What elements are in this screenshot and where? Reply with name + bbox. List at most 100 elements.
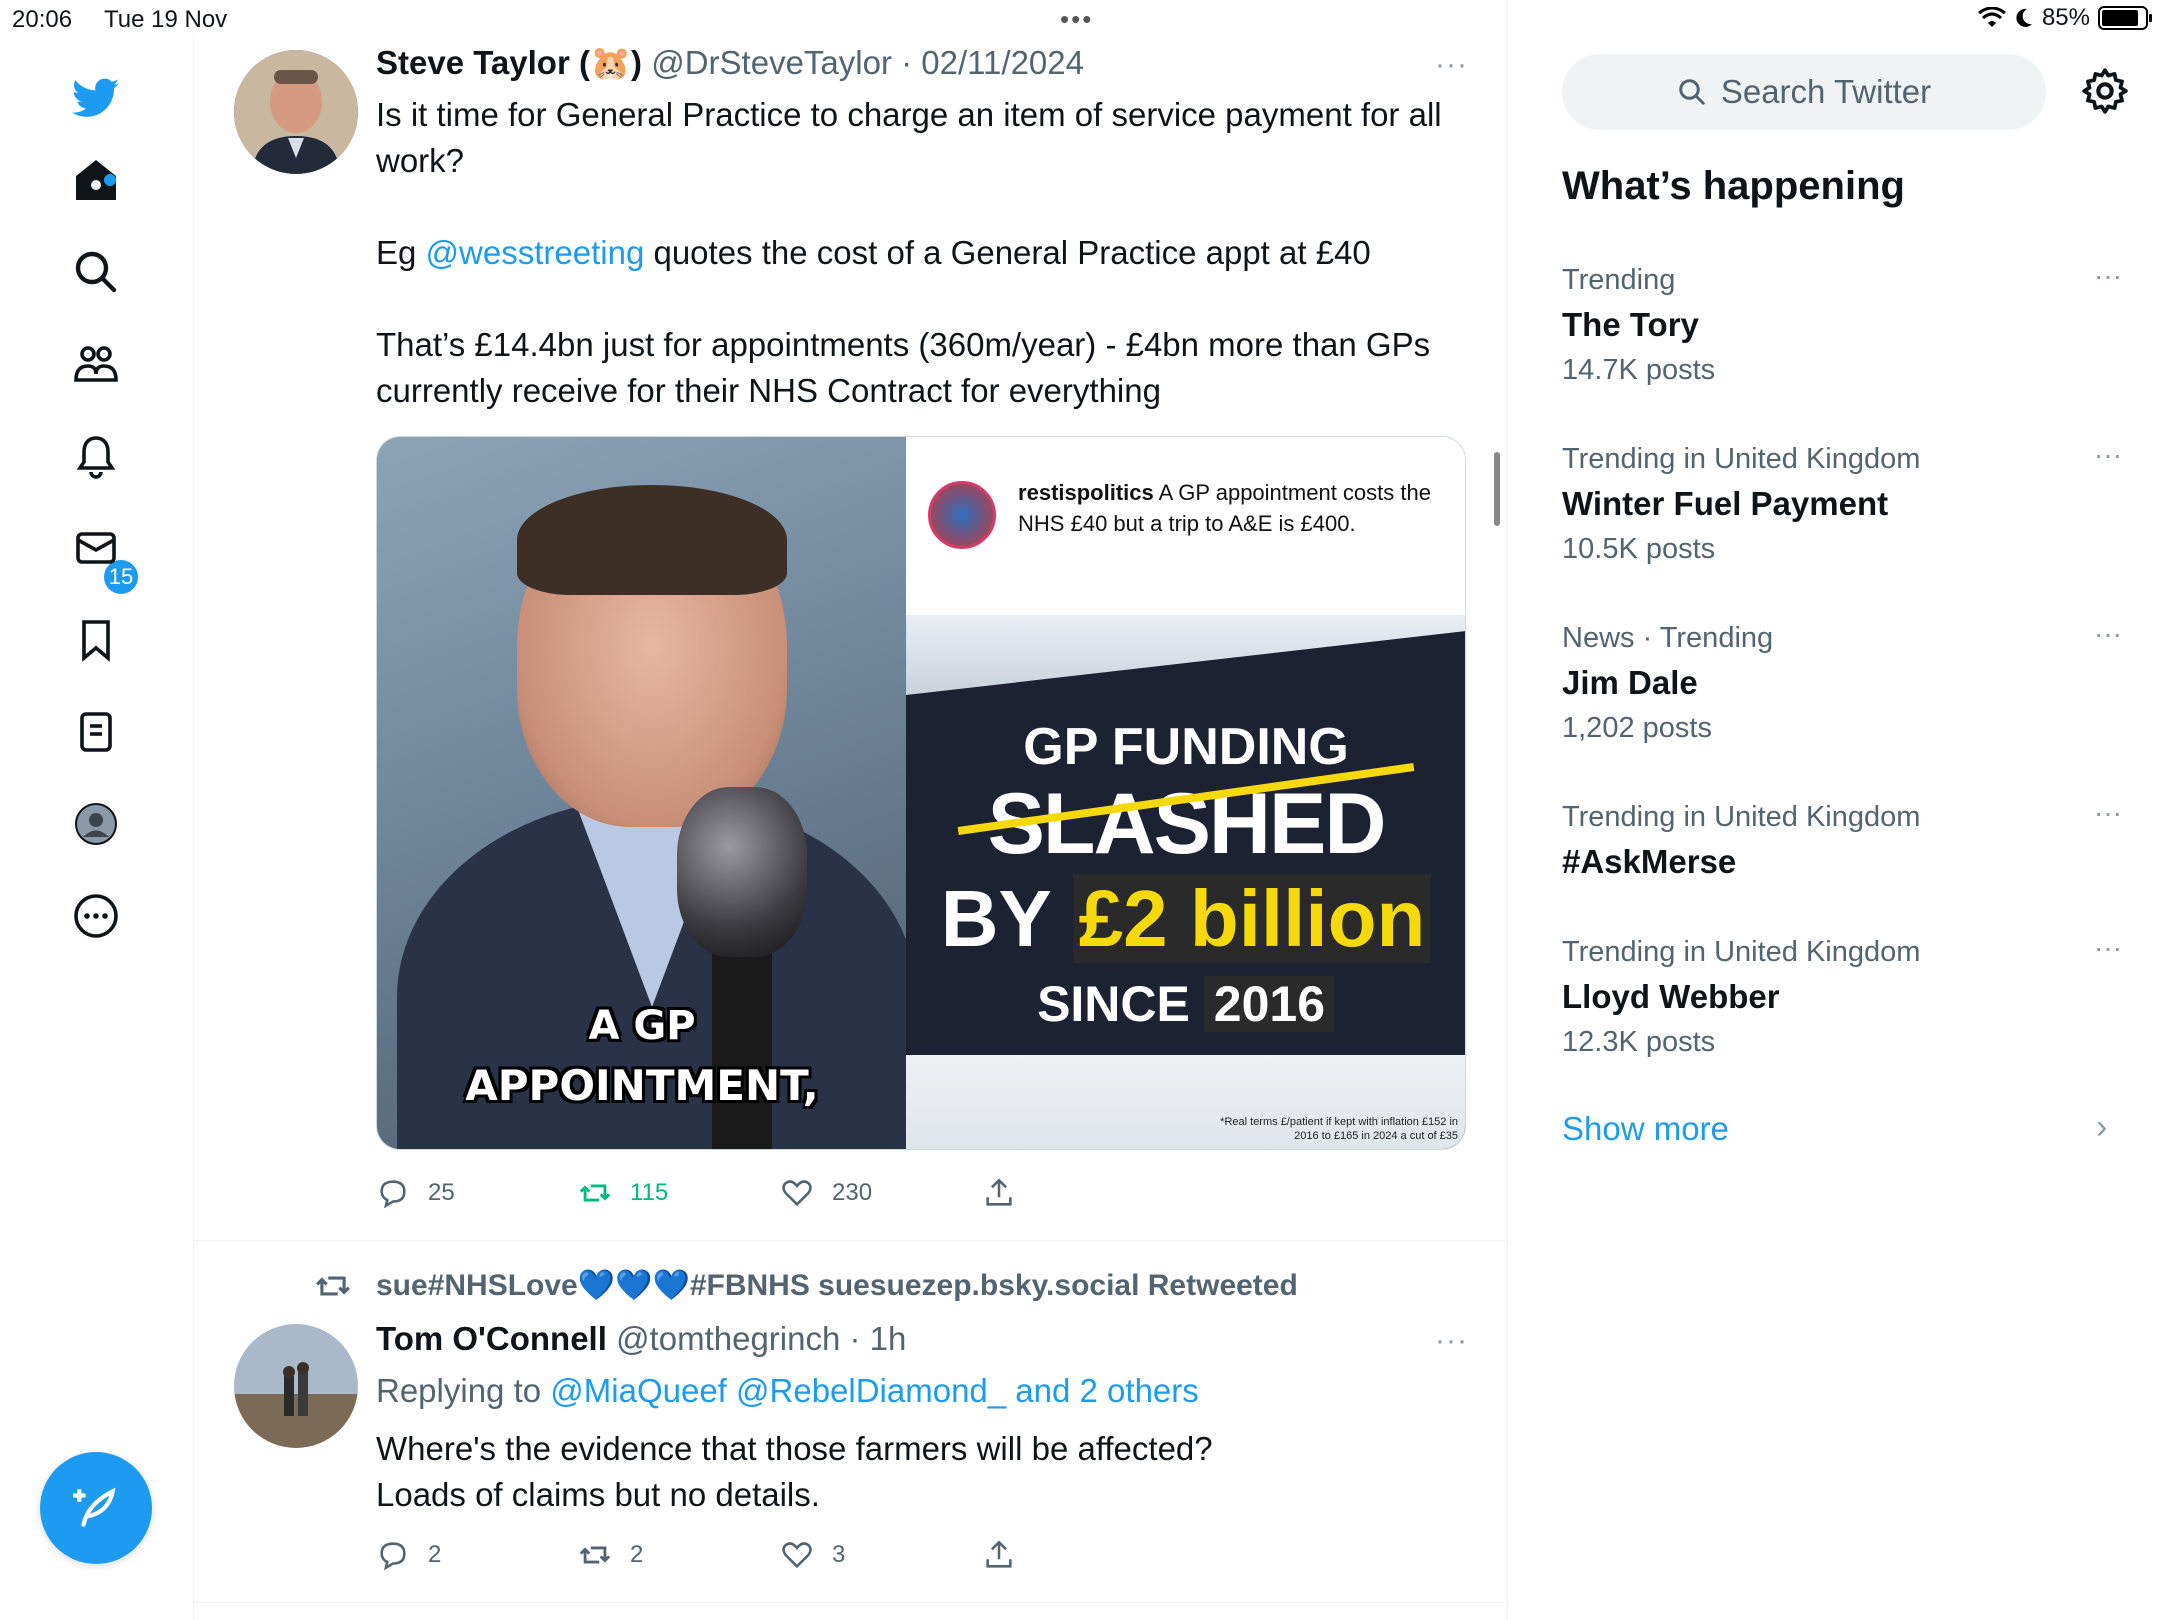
avatar[interactable] <box>234 50 358 174</box>
trend-item[interactable]: Trending in United Kingdom Winter Fuel P… <box>1562 439 2122 569</box>
ig-paper-bg <box>906 615 1465 695</box>
tweet-header: Steve Taylor (🐹) @DrSteveTaylor · 02/11/… <box>376 44 1084 83</box>
like-button[interactable]: 3 <box>780 1538 982 1572</box>
communities-icon[interactable] <box>66 334 126 394</box>
tweet-divider <box>194 1602 1508 1603</box>
headline-by: BY <box>940 874 1073 963</box>
trend-more-button[interactable]: ··· <box>2094 260 2122 292</box>
blue-hearts-icon: 💙💙💙 <box>577 1269 690 1302</box>
compose-tweet-button[interactable] <box>40 1452 152 1564</box>
status-right: 85% <box>1978 4 2152 32</box>
author-handle[interactable]: @DrSteveTaylor <box>651 44 892 81</box>
retweet-button[interactable]: 115 <box>578 1176 780 1210</box>
reply-icon <box>380 1180 406 1209</box>
trend-count: 14.7K posts <box>1562 354 1716 386</box>
retweet-button[interactable]: 2 <box>578 1538 780 1572</box>
heart-icon <box>782 1180 812 1207</box>
trend-more-button[interactable]: ··· <box>2094 439 2122 471</box>
trend-name: Jim Dale <box>1562 664 1698 701</box>
retweet-icon <box>579 1546 611 1564</box>
trend-name: #AskMerse <box>1562 843 1737 880</box>
avatar-image <box>234 50 358 174</box>
headline-since: SINCE <box>1037 976 1204 1032</box>
lists-icon[interactable] <box>66 702 126 762</box>
tweet-text-span: quotes the cost of a General Practice ap… <box>644 234 1371 271</box>
trend-context: Trending in United Kingdom <box>1562 936 1921 968</box>
trend-count: 1,202 posts <box>1562 712 1712 744</box>
headline-line-4: SINCE 2016 <box>906 975 1465 1033</box>
tweet-line: Eg @wesstreeting quotes the cost of a Ge… <box>376 230 1456 276</box>
share-icon <box>986 1540 1012 1568</box>
messages-icon[interactable] <box>66 518 126 578</box>
photo-hair <box>517 485 787 595</box>
tweet-actions: 25 115 230 <box>376 1176 1184 1210</box>
twitter-logo-icon[interactable] <box>66 68 126 128</box>
trend-name: The Tory <box>1562 306 1699 343</box>
bookmarks-icon[interactable] <box>66 610 126 670</box>
headline-amount: £2 billion <box>1072 874 1432 963</box>
compose-icon <box>73 1487 116 1527</box>
tweet-line: Where's the evidence that those farmers … <box>376 1430 1213 1467</box>
timeline-scrollbar[interactable] <box>1494 452 1500 526</box>
trend-item[interactable]: News · Trending Jim Dale 1,202 posts ··· <box>1562 618 2122 748</box>
media-photo-left[interactable]: A GP APPOINTMENT, <box>377 437 907 1149</box>
ig-username: restispolitics <box>1018 480 1154 505</box>
home-unread-dot <box>104 174 116 186</box>
trend-item[interactable]: Trending in United Kingdom #AskMerse ··· <box>1562 797 2122 887</box>
author-handle[interactable]: @tomthegrinch <box>616 1320 840 1357</box>
tweet-more-button[interactable]: ··· <box>1435 1324 1468 1358</box>
more-options-icon[interactable] <box>66 886 126 946</box>
tweet-text: Where's the evidence that those farmers … <box>376 1426 1456 1518</box>
tweet-media[interactable]: A GP APPOINTMENT, restispolitics A GP ap… <box>376 436 1466 1150</box>
share-icon <box>986 1178 1012 1206</box>
profile-icon[interactable] <box>66 794 126 854</box>
wifi-icon <box>1978 7 2006 27</box>
notifications-icon[interactable] <box>66 426 126 486</box>
trend-item[interactable]: Trending in United Kingdom Lloyd Webber … <box>1562 932 2122 1062</box>
tweet-text: Is it time for General Practice to charg… <box>376 92 1456 414</box>
retweet-icon <box>579 1184 611 1202</box>
search-icon <box>1679 79 1705 105</box>
media-photo-right[interactable]: restispolitics A GP appointment costs th… <box>906 437 1465 1149</box>
share-button[interactable] <box>982 1176 1184 1210</box>
author-name[interactable]: Tom O'Connell <box>376 1320 607 1357</box>
tweet-date[interactable]: · 02/11/2024 <box>901 44 1084 81</box>
trend-name: Lloyd Webber <box>1562 978 1780 1015</box>
mention-link[interactable]: @wesstreeting <box>426 234 645 271</box>
status-time: 20:06 <box>12 6 73 33</box>
home-icon[interactable] <box>66 150 126 210</box>
tweet-text-span: Eg <box>376 234 426 271</box>
trend-item[interactable]: Trending The Tory 14.7K posts ··· <box>1562 260 2122 390</box>
like-count: 230 <box>832 1179 873 1206</box>
tweet-time[interactable]: · 1h <box>850 1320 907 1357</box>
retweeted-by[interactable]: sue#NHSLove 💙💙💙 #FBNHS suesuezep.bsky.soci… <box>316 1268 1298 1303</box>
photo-caption-2: APPOINTMENT, <box>465 1061 819 1110</box>
tweet-header: Tom O'Connell @tomthegrinch · 1h <box>376 1320 906 1358</box>
show-more-link[interactable]: Show more <box>1562 1110 1729 1148</box>
like-button[interactable]: 230 <box>780 1176 982 1210</box>
reply-button[interactable]: 25 <box>376 1176 578 1210</box>
replying-mentions[interactable]: @MiaQueef @RebelDiamond_ and 2 others <box>550 1372 1199 1409</box>
chevron-right-icon: › <box>2096 1108 2108 1146</box>
retweet-count: 2 <box>630 1541 644 1568</box>
ig-graphic: GP FUNDING SLASHED BY £2 billion SINCE 2… <box>906 615 1465 1149</box>
search-input[interactable]: Search Twitter <box>1562 54 2046 130</box>
retweeted-label: #FBNHS suesuezep.bsky.social Retweeted <box>689 1268 1298 1302</box>
trend-more-button[interactable]: ··· <box>2094 932 2122 964</box>
reply-count: 2 <box>428 1541 442 1568</box>
microphone-icon <box>677 787 807 957</box>
reply-button[interactable]: 2 <box>376 1538 578 1572</box>
right-sidebar: Search Twitter What’s happening Trending… <box>1508 38 2160 1620</box>
tweet-more-button[interactable]: ··· <box>1435 48 1468 82</box>
share-button[interactable] <box>982 1538 1184 1572</box>
search-icon[interactable] <box>66 242 126 302</box>
author-name[interactable]: Steve Taylor (🐹) <box>376 44 642 81</box>
trend-more-button[interactable]: ··· <box>2094 797 2122 829</box>
trend-more-button[interactable]: ··· <box>2094 618 2122 650</box>
tweet-line: Loads of claims but no details. <box>376 1476 820 1513</box>
settings-gear-icon[interactable] <box>2080 66 2130 116</box>
left-navigation: 15 <box>0 38 194 1620</box>
replying-to: Replying to @MiaQueef @RebelDiamond_ and… <box>376 1368 1456 1414</box>
avatar[interactable] <box>234 1324 358 1448</box>
retweet-icon <box>316 1276 350 1295</box>
